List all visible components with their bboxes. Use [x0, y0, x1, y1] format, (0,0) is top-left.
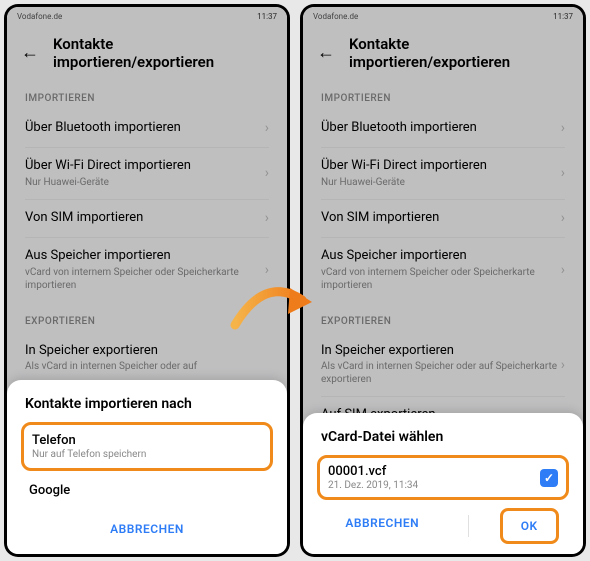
file-name: 00001.vcf — [328, 464, 418, 479]
cancel-button[interactable]: ABBRECHEN — [327, 508, 437, 544]
chevron-right-icon: › — [561, 210, 565, 226]
row-storage-export[interactable]: In Speicher exportieren Als vCard in int… — [303, 333, 583, 397]
chevron-right-icon: › — [561, 120, 565, 136]
row-title: Über Wi-Fi Direct importieren — [25, 158, 265, 175]
chevron-right-icon: › — [265, 210, 269, 226]
screen-right: Vodafone.de 11:37 ← Kontakte importieren… — [303, 7, 583, 554]
statusbar: Vodafone.de 11:37 — [7, 7, 287, 25]
option-title: Google — [29, 483, 265, 498]
row-bluetooth-import[interactable]: Über Bluetooth importieren › — [7, 110, 287, 147]
chevron-right-icon: › — [265, 120, 269, 136]
carrier-label: Vodafone.de — [313, 12, 358, 21]
row-sim-import[interactable]: Von SIM importieren › — [7, 200, 287, 237]
sheet-option-phone[interactable]: Telefon Nur auf Telefon speichern — [21, 422, 273, 471]
row-sub: Als vCard in internen Speicher oder auf — [25, 360, 269, 373]
status-time: 11:37 — [553, 12, 573, 21]
row-sim-import[interactable]: Von SIM importieren › — [303, 200, 583, 237]
appbar: ← Kontakte importieren/exportieren — [7, 25, 287, 79]
chevron-right-icon: › — [561, 165, 565, 181]
row-sub: Nur Huawei-Geräte — [321, 176, 561, 189]
chevron-right-icon: › — [265, 165, 269, 181]
phone-right: Vodafone.de 11:37 ← Kontakte importieren… — [300, 4, 586, 557]
row-sub: vCard von internem Speicher oder Speiche… — [321, 266, 561, 292]
section-export-header: EXPORTIEREN — [7, 302, 287, 333]
ok-button[interactable]: OK — [500, 508, 559, 544]
back-icon[interactable]: ← — [21, 44, 39, 62]
row-storage-export[interactable]: In Speicher exportieren Als vCard in int… — [7, 333, 287, 384]
divider — [468, 515, 469, 537]
sheet-button-row: ABBRECHEN — [21, 514, 273, 544]
row-title: In Speicher exportieren — [25, 343, 269, 360]
row-title: Aus Speicher importieren — [321, 248, 561, 265]
row-title: Aus Speicher importieren — [25, 248, 265, 265]
row-title: Von SIM importieren — [321, 210, 561, 227]
bottom-sheet-vcard-picker: vCard-Datei wählen 00001.vcf 21. Dez. 20… — [303, 413, 583, 554]
bottom-sheet-import-target: Kontakte importieren nach Telefon Nur au… — [7, 380, 287, 554]
appbar: ← Kontakte importieren/exportieren — [303, 25, 583, 79]
row-sub: vCard von internem Speicher oder Speiche… — [25, 266, 265, 292]
row-bluetooth-import[interactable]: Über Bluetooth importieren › — [303, 110, 583, 147]
status-time: 11:37 — [257, 12, 277, 21]
checkbox-checked-icon[interactable]: ✓ — [540, 469, 558, 487]
statusbar: Vodafone.de 11:37 — [303, 7, 583, 25]
row-sub: Als vCard in internen Speicher oder auf … — [321, 360, 561, 386]
chevron-right-icon: › — [265, 262, 269, 278]
sheet-button-row: ABBRECHEN OK — [317, 508, 569, 544]
file-date: 21. Dez. 2019, 11:34 — [328, 480, 418, 491]
row-title: In Speicher exportieren — [321, 343, 561, 360]
page-title: Kontakte importieren/exportieren — [349, 35, 569, 71]
option-title: Telefon — [32, 433, 262, 448]
row-wifi-import[interactable]: Über Wi-Fi Direct importieren Nur Huawei… — [303, 148, 583, 199]
carrier-label: Vodafone.de — [17, 12, 62, 21]
row-storage-import[interactable]: Aus Speicher importieren vCard von inter… — [303, 238, 583, 302]
back-icon[interactable]: ← — [317, 44, 335, 62]
phone-left: Vodafone.de 11:37 ← Kontakte importieren… — [4, 4, 290, 557]
row-title: Über Wi-Fi Direct importieren — [321, 158, 561, 175]
option-sub: Nur auf Telefon speichern — [32, 449, 262, 460]
cancel-button[interactable]: ABBRECHEN — [92, 514, 202, 544]
screen-left: Vodafone.de 11:37 ← Kontakte importieren… — [7, 7, 287, 554]
row-storage-import[interactable]: Aus Speicher importieren vCard von inter… — [7, 238, 287, 302]
row-title: Von SIM importieren — [25, 210, 265, 227]
page-title: Kontakte importieren/exportieren — [53, 35, 273, 71]
sheet-option-google[interactable]: Google — [21, 475, 273, 506]
section-export-header: EXPORTIEREN — [303, 302, 583, 333]
row-title: Über Bluetooth importieren — [321, 120, 561, 137]
chevron-right-icon: › — [561, 357, 565, 373]
file-row-vcf[interactable]: 00001.vcf 21. Dez. 2019, 11:34 ✓ — [317, 455, 569, 500]
section-import-header: IMPORTIEREN — [303, 79, 583, 110]
sheet-title: vCard-Datei wählen — [317, 427, 569, 455]
row-sub: Nur Huawei-Geräte — [25, 176, 265, 189]
row-wifi-import[interactable]: Über Wi-Fi Direct importieren Nur Huawei… — [7, 148, 287, 199]
sheet-title: Kontakte importieren nach — [21, 394, 273, 422]
chevron-right-icon: › — [561, 262, 565, 278]
row-title: Über Bluetooth importieren — [25, 120, 265, 137]
section-import-header: IMPORTIEREN — [7, 79, 287, 110]
